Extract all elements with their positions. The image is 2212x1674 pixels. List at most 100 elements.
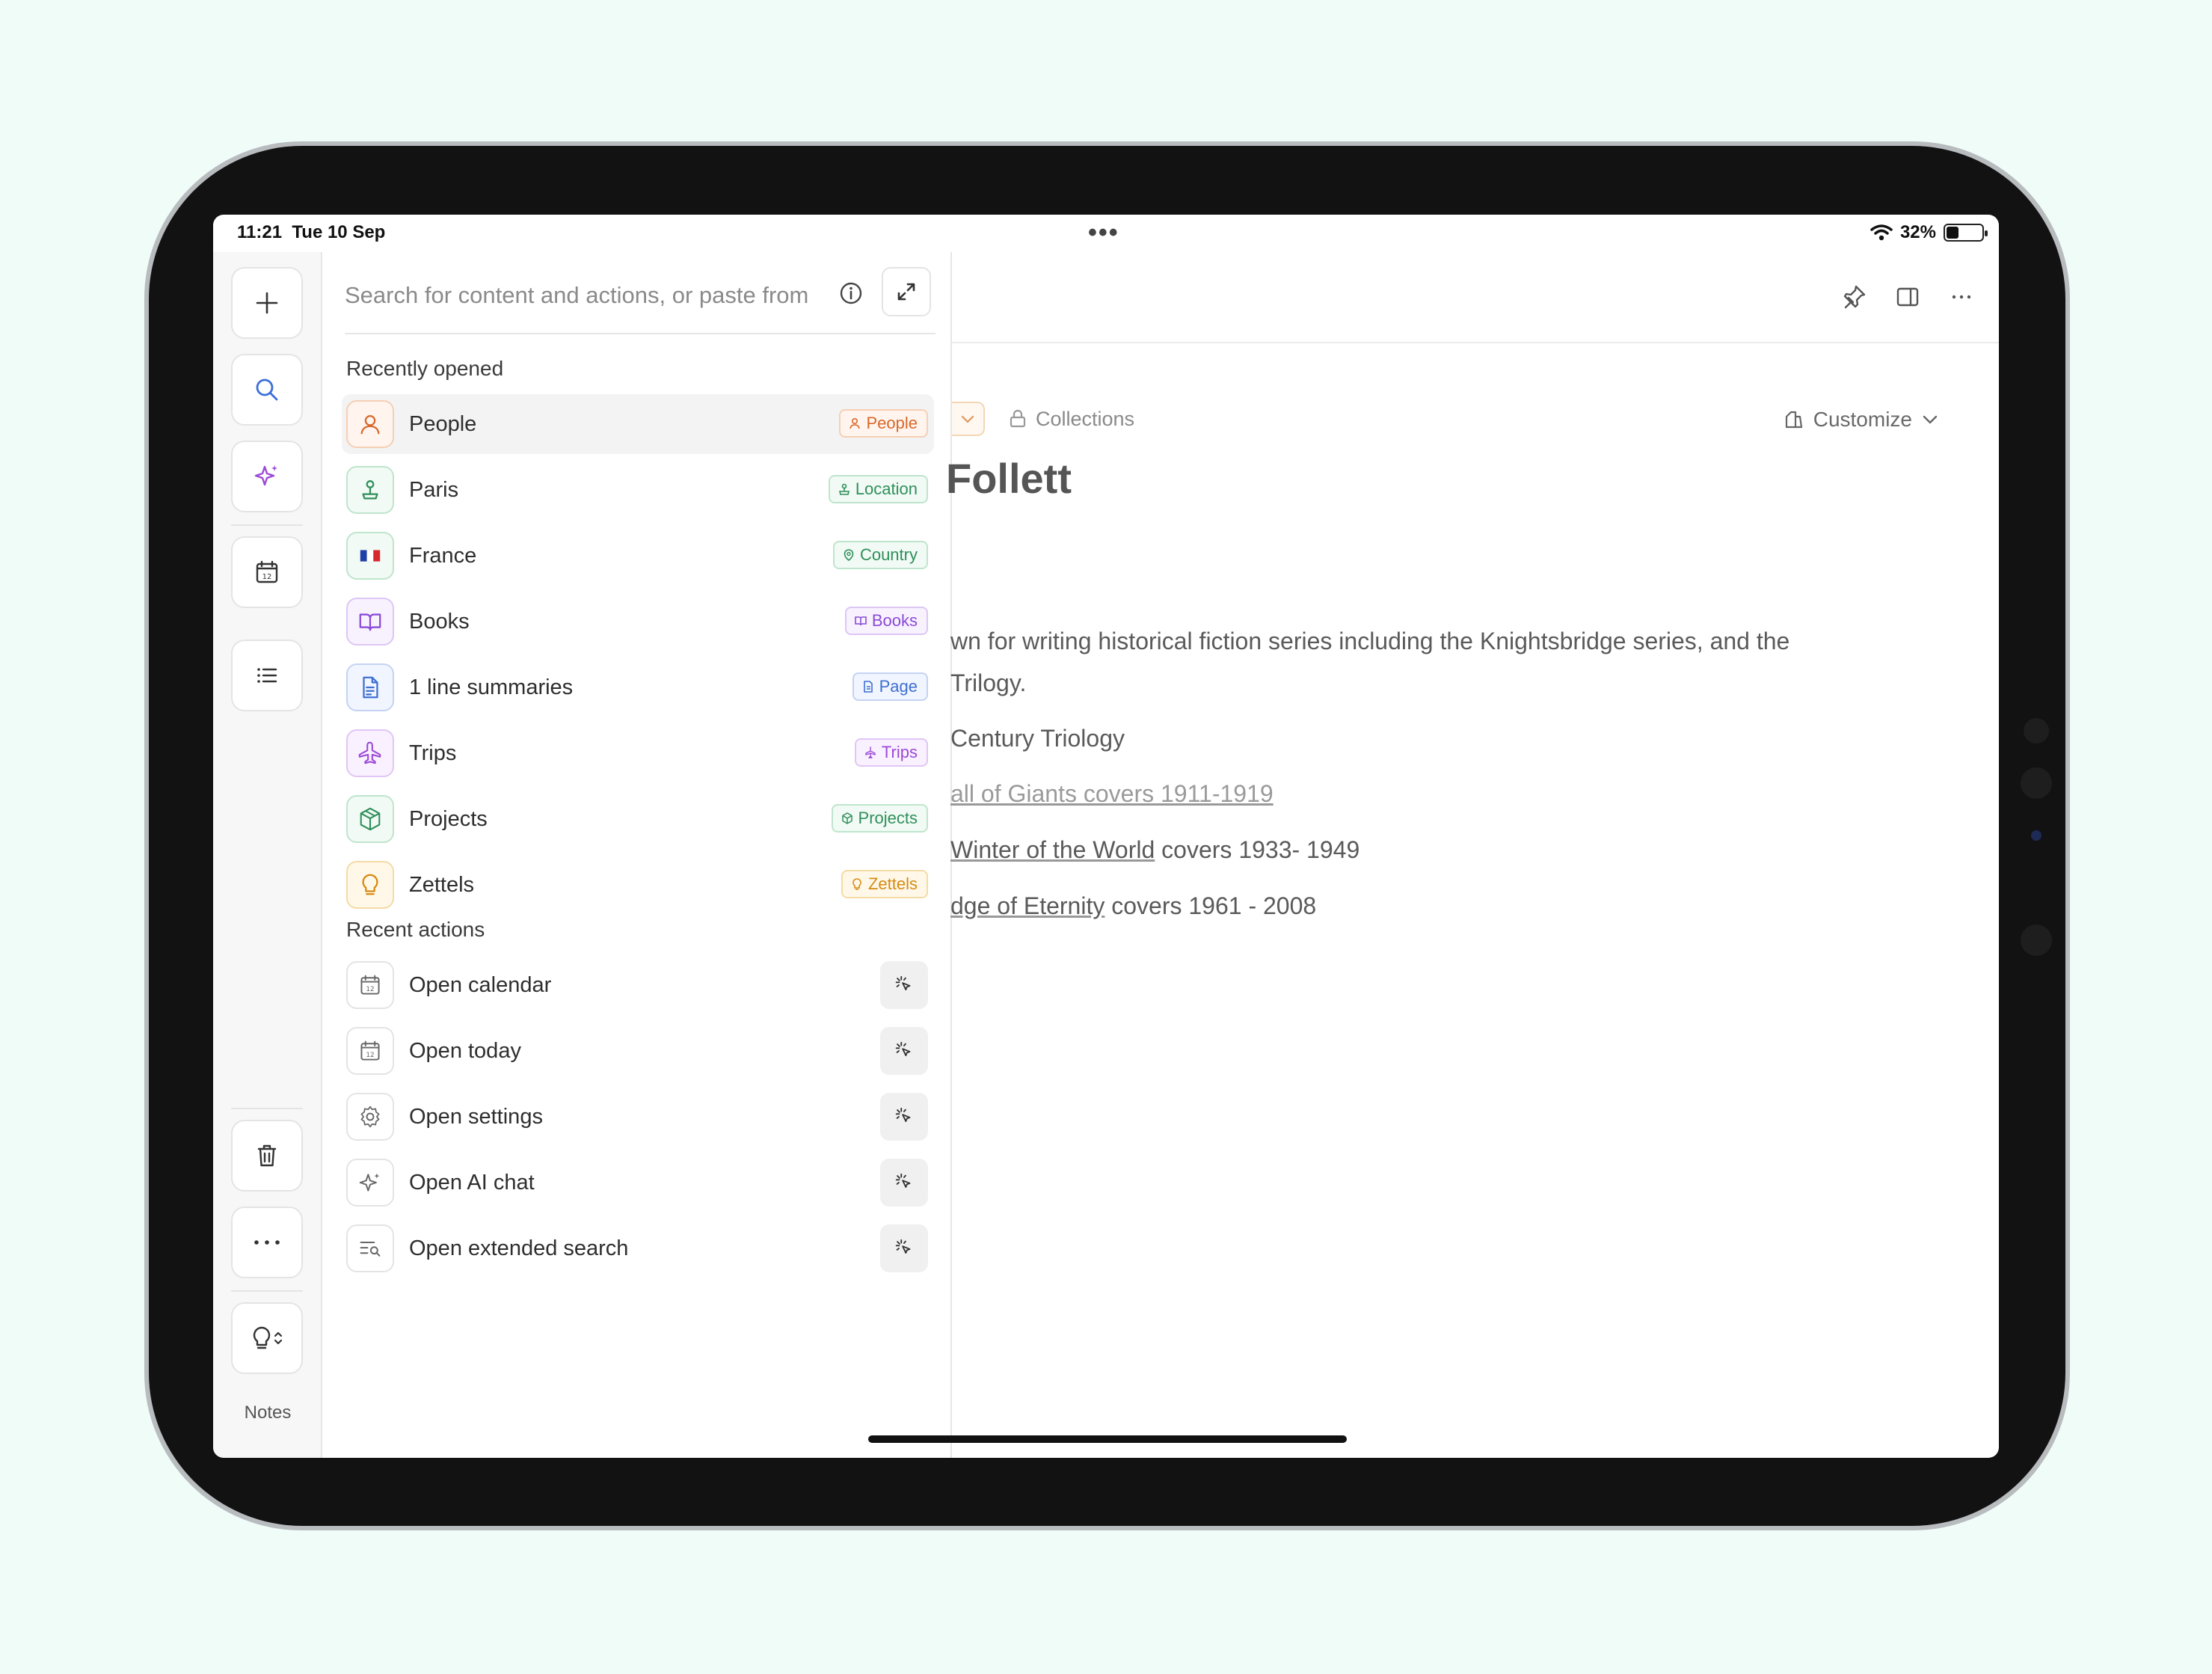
collections-label[interactable]: Collections bbox=[1036, 408, 1134, 431]
person-icon bbox=[346, 400, 394, 448]
type-tag-label: Page bbox=[879, 677, 918, 696]
run-action-button[interactable] bbox=[880, 1093, 928, 1141]
recent-item-label: 1 line summaries bbox=[409, 675, 574, 699]
type-tag-label: Books bbox=[871, 611, 918, 630]
calendar-icon: 12 bbox=[256, 560, 278, 583]
recent-item[interactable]: Books Books bbox=[342, 592, 934, 651]
home-indicator[interactable] bbox=[868, 1435, 1347, 1443]
click-icon bbox=[893, 1106, 915, 1128]
camera-lens bbox=[2031, 830, 2042, 841]
plane-icon bbox=[864, 746, 877, 759]
sidebar-toggle-icon[interactable] bbox=[1894, 283, 1921, 310]
paragraph-line: dge of Eternity covers 1961 - 2008 bbox=[950, 885, 1316, 927]
document-icon bbox=[861, 680, 875, 693]
type-tag-label: Location bbox=[855, 479, 918, 498]
lightbulb-icon bbox=[346, 861, 394, 909]
battery-icon bbox=[1944, 224, 1988, 242]
recent-item-label: People bbox=[409, 412, 477, 436]
search-icon bbox=[256, 378, 278, 401]
tag-chip[interactable] bbox=[952, 402, 985, 436]
run-action-button[interactable] bbox=[880, 1159, 928, 1207]
recent-action-item[interactable]: Open AI chat bbox=[342, 1153, 934, 1212]
battery-fill bbox=[1947, 227, 1958, 239]
click-icon bbox=[893, 1237, 915, 1260]
recent-item[interactable]: Paris Location bbox=[342, 460, 934, 520]
paragraph-text: covers 1933- 1949 bbox=[1155, 836, 1360, 863]
sidebar-rail: 12 Notes bbox=[213, 252, 322, 1458]
pin-icon[interactable] bbox=[1840, 283, 1867, 310]
recent-item[interactable]: 1 line summaries Page bbox=[342, 657, 934, 717]
status-bar: 11:21 Tue 10 Sep ••• 32% bbox=[213, 215, 1999, 252]
recent-action-label: Open calendar bbox=[409, 973, 552, 997]
type-tag: Page bbox=[852, 672, 928, 701]
more-button[interactable] bbox=[231, 1207, 303, 1278]
rail-divider bbox=[231, 1290, 303, 1292]
expand-button[interactable] bbox=[882, 267, 931, 316]
svg-text:12: 12 bbox=[366, 1052, 374, 1059]
click-icon bbox=[893, 1171, 915, 1194]
workspace-switcher-button[interactable] bbox=[231, 1302, 303, 1374]
camera-dot bbox=[2021, 767, 2052, 799]
page-title[interactable]: Follett bbox=[946, 454, 1072, 503]
run-action-button[interactable] bbox=[880, 961, 928, 1009]
list-icon bbox=[257, 668, 277, 683]
book-link[interactable]: all of Giants covers 1911-1919 bbox=[950, 780, 1274, 807]
recent-item[interactable]: People People bbox=[342, 394, 934, 454]
type-tag-label: Zettels bbox=[867, 874, 918, 893]
status-right: 32% bbox=[1870, 222, 1988, 243]
customize-button[interactable]: Customize bbox=[1784, 408, 1939, 432]
workspace-label: Notes bbox=[244, 1402, 292, 1423]
recent-item-label: Trips bbox=[409, 741, 457, 765]
book-link[interactable]: Winter of the World bbox=[950, 836, 1155, 863]
rail-divider bbox=[231, 1108, 303, 1109]
recent-item-label: Paris bbox=[409, 478, 459, 502]
paragraph-line[interactable]: Trilogy. bbox=[950, 662, 1026, 704]
recent-action-item[interactable]: 12 Open calendar bbox=[342, 955, 934, 1015]
gear-icon bbox=[346, 1093, 394, 1141]
plus-icon bbox=[256, 292, 278, 314]
type-tag-label: Projects bbox=[858, 809, 918, 827]
trash-button[interactable] bbox=[231, 1120, 303, 1192]
type-tag: Books bbox=[844, 607, 928, 635]
run-action-button[interactable] bbox=[880, 1224, 928, 1272]
paragraph-line[interactable]: Century Triology bbox=[950, 717, 1125, 759]
status-time: 11:21 Tue 10 Sep bbox=[237, 222, 386, 242]
info-icon[interactable] bbox=[838, 280, 864, 306]
type-tag: People bbox=[839, 409, 928, 438]
extended-search-icon bbox=[346, 1224, 394, 1272]
paragraph-line: all of Giants covers 1911-1919 bbox=[950, 773, 1274, 815]
box-icon bbox=[346, 795, 394, 843]
paragraph-line[interactable]: wn for writing historical fiction series… bbox=[950, 620, 1789, 662]
person-icon bbox=[848, 417, 861, 430]
multitasking-dots[interactable]: ••• bbox=[1088, 218, 1119, 248]
calendar-button[interactable]: 12 bbox=[231, 536, 303, 608]
search-input[interactable] bbox=[345, 282, 823, 309]
recent-action-label: Open extended search bbox=[409, 1236, 629, 1260]
location-pin-icon bbox=[838, 482, 851, 496]
recent-action-item[interactable]: 12 Open today bbox=[342, 1021, 934, 1081]
wifi-icon bbox=[1870, 224, 1893, 241]
search-button[interactable] bbox=[231, 354, 303, 426]
type-tag: Projects bbox=[831, 804, 928, 833]
customize-label: Customize bbox=[1813, 408, 1912, 431]
calendar-icon: 12 bbox=[346, 961, 394, 1009]
type-tag: Trips bbox=[854, 738, 928, 767]
recent-action-item[interactable]: Open extended search bbox=[342, 1218, 934, 1278]
svg-text:12: 12 bbox=[366, 986, 374, 993]
recent-item[interactable]: Projects Projects bbox=[342, 789, 934, 849]
new-button[interactable] bbox=[231, 267, 303, 339]
more-icon[interactable] bbox=[1948, 283, 1975, 310]
recent-actions-heading: Recent actions bbox=[346, 918, 485, 941]
recent-item[interactable]: Zettels Zettels bbox=[342, 855, 934, 915]
list-button[interactable] bbox=[231, 640, 303, 711]
chevron-down-icon bbox=[961, 415, 974, 423]
calendar-icon: 12 bbox=[346, 1027, 394, 1075]
camera-dot bbox=[2021, 925, 2052, 956]
recent-action-item[interactable]: Open settings bbox=[342, 1087, 934, 1147]
run-action-button[interactable] bbox=[880, 1027, 928, 1075]
lock-icon bbox=[1010, 409, 1026, 428]
book-link[interactable]: dge of Eternity bbox=[950, 892, 1105, 919]
ai-chat-button[interactable] bbox=[231, 441, 303, 512]
recent-item[interactable]: Trips Trips bbox=[342, 723, 934, 783]
recent-item[interactable]: France Country bbox=[342, 526, 934, 586]
